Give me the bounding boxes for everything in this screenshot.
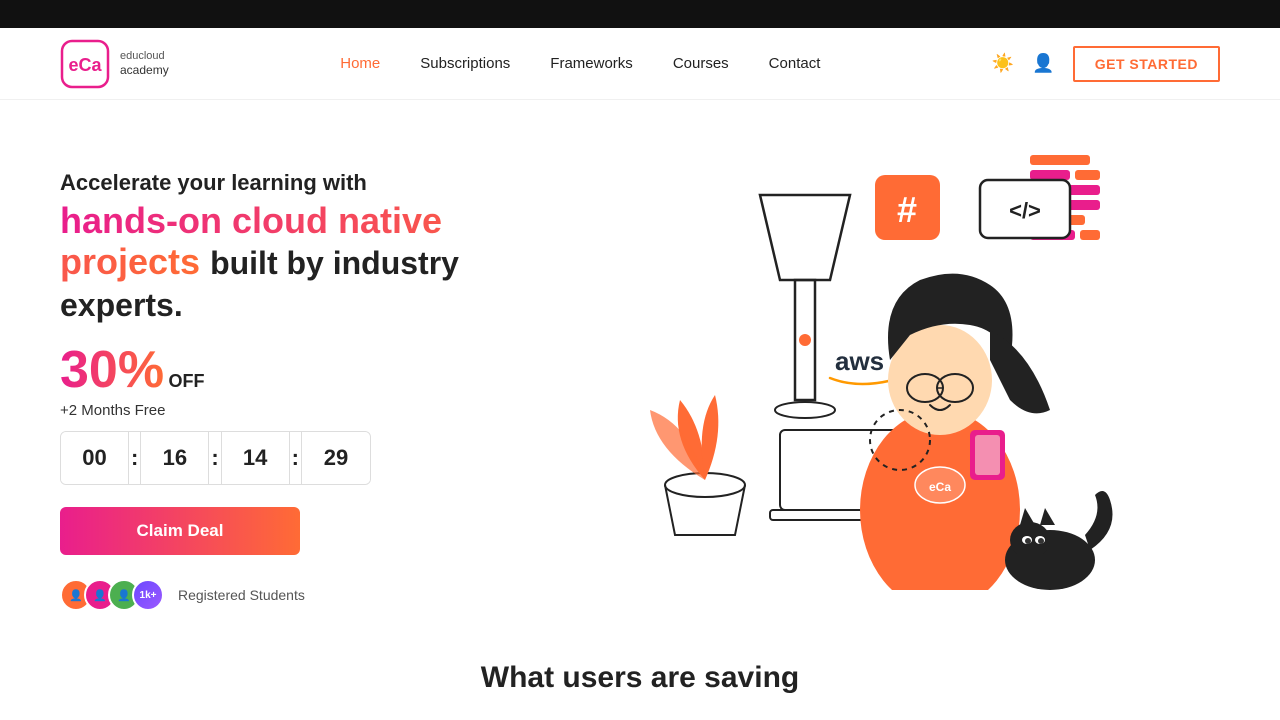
logo[interactable]: eCa educloud academy xyxy=(60,39,169,89)
theme-toggle-icon[interactable]: ☀️ xyxy=(992,53,1014,74)
svg-text:#: # xyxy=(897,189,917,230)
hero-content: Accelerate your learning with hands-on c… xyxy=(60,140,540,611)
countdown-sep-1: : xyxy=(129,432,141,484)
section-title-what-users: What users are saving xyxy=(0,631,1280,705)
discount-amount: 30% xyxy=(60,341,164,399)
countdown-ms: 29 xyxy=(302,432,370,484)
nav-item-home[interactable]: Home xyxy=(340,55,380,73)
months-free: +2 Months Free xyxy=(60,402,540,419)
countdown-hours: 00 xyxy=(61,432,129,484)
countdown-sep-3: : xyxy=(290,432,302,484)
svg-text:aws: aws xyxy=(835,346,884,376)
hero-title: hands-on cloud native projects built by … xyxy=(60,200,540,324)
user-icon[interactable]: 👤 xyxy=(1032,53,1054,74)
top-bar xyxy=(0,0,1280,28)
students-row: 👤 👤 👤 1k+ Registered Students xyxy=(60,579,540,611)
svg-text:</>: </> xyxy=(1009,198,1041,223)
get-started-button[interactable]: GET STARTED xyxy=(1073,46,1220,82)
hero-subtitle: Accelerate your learning with xyxy=(60,170,540,196)
svg-text:eCa: eCa xyxy=(68,55,102,75)
countdown-seconds: 14 xyxy=(222,432,290,484)
hero-section: Accelerate your learning with hands-on c… xyxy=(0,100,1280,631)
nav-links: Home Subscriptions Frameworks Courses Co… xyxy=(340,55,820,73)
countdown-timer: 00 : 16 : 14 : 29 xyxy=(60,431,371,485)
discount-block: 30% OFF xyxy=(60,344,540,396)
nav-right: ☀️ 👤 GET STARTED xyxy=(992,46,1220,82)
hero-illustration: # </> aws xyxy=(540,140,1220,590)
navbar: eCa educloud academy Home Subscriptions … xyxy=(0,28,1280,100)
nav-item-contact[interactable]: Contact xyxy=(769,55,821,73)
nav-item-courses[interactable]: Courses xyxy=(673,55,729,73)
logo-icon: eCa xyxy=(60,39,110,89)
discount-off: OFF xyxy=(169,371,205,391)
claim-deal-button[interactable]: Claim Deal xyxy=(60,507,300,555)
avatar-count: 1k+ xyxy=(132,579,164,611)
nav-item-frameworks[interactable]: Frameworks xyxy=(550,55,633,73)
countdown-minutes: 16 xyxy=(141,432,209,484)
countdown-sep-2: : xyxy=(209,432,221,484)
svg-text:eCa: eCa xyxy=(929,480,951,494)
illustration-svg: # </> aws xyxy=(540,140,1190,590)
nav-item-subscriptions[interactable]: Subscriptions xyxy=(420,55,510,73)
logo-text: educloud academy xyxy=(120,49,169,79)
student-avatars: 👤 👤 👤 1k+ xyxy=(60,579,164,611)
students-label: Registered Students xyxy=(178,587,305,603)
